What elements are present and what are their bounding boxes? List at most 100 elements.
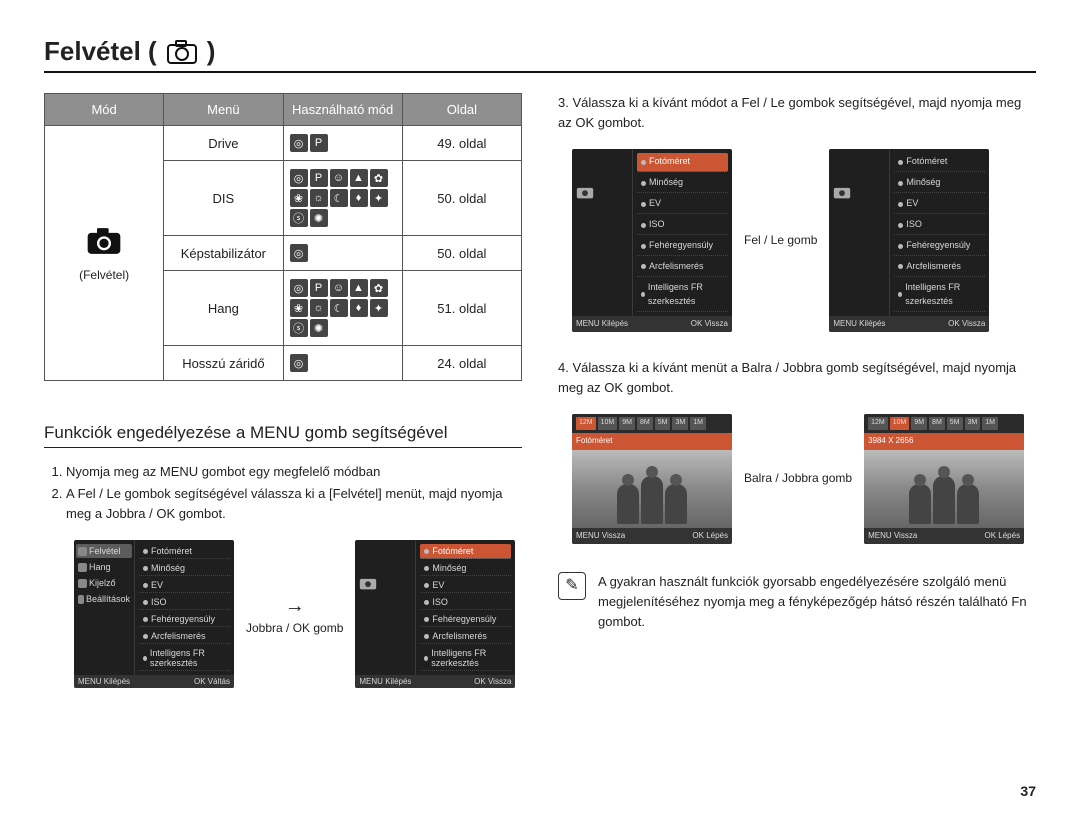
screen-right-item: Arcfelismerés: [420, 629, 511, 644]
menu-item-icon: [78, 563, 87, 572]
arrow-fel-le: Fel / Le gomb: [744, 233, 817, 249]
screen-right-item: Fehéregyensúly: [894, 237, 985, 256]
mode-icon: ▲: [350, 169, 368, 187]
screen-right-item: Arcfelismerés: [139, 629, 230, 644]
menu-item-icon: [898, 202, 903, 207]
menu-item-icon: [641, 264, 646, 269]
mode-icon: ◎: [290, 354, 308, 372]
size-chip: 9M: [911, 417, 927, 430]
screen-left-camera-icon: [357, 574, 413, 592]
label-valtas: Váltás: [208, 677, 230, 686]
size-chip: 5M: [947, 417, 963, 430]
menu-item-icon: [143, 656, 147, 661]
camera-screen-menu-left: FelvételHangKijelzőBeállítások Fotóméret…: [74, 540, 234, 688]
table-usable-modes: ◎P: [283, 126, 402, 161]
mode-icon: ✿: [370, 169, 388, 187]
photo-label-fotomeret: Fotóméret: [572, 433, 732, 449]
page-number: 37: [1020, 783, 1036, 799]
table-page: 49. oldal: [402, 126, 521, 161]
screen-left-camera-icon: [574, 183, 630, 201]
screen-left-item: Felvétel: [76, 544, 132, 558]
size-chip: 3M: [965, 417, 981, 430]
menu-item-icon: [424, 634, 429, 639]
screen-right-item: EV: [139, 578, 230, 593]
page-title: Felvétel ( ): [44, 36, 1036, 73]
left-steps: Nyomja meg az MENU gombot egy megfelelő …: [44, 462, 522, 524]
menu-item-icon: [143, 566, 148, 571]
screen-left-item: Hang: [76, 560, 132, 574]
screen-right-item: Fehéregyensúly: [139, 612, 230, 627]
mode-icon: ◎: [290, 279, 308, 297]
menu-item-icon: [424, 549, 429, 554]
screen-right-item: Intelligens FR szerkesztés: [637, 279, 728, 312]
menu-item-icon: [641, 160, 646, 165]
label-menu: MENU: [78, 677, 102, 686]
menu-item-icon: [898, 223, 903, 228]
menu-item-icon: [424, 583, 429, 588]
size-chip: 1M: [982, 417, 998, 430]
page-title-trail: ): [207, 36, 216, 67]
screen-right-item: ISO: [420, 595, 511, 610]
menu-item-icon: [641, 181, 646, 186]
label-exit: Kilépés: [104, 677, 130, 686]
table-menu: DIS: [164, 161, 283, 236]
menu-item-icon: [641, 244, 646, 249]
left-screens-row: FelvételHangKijelzőBeállítások Fotóméret…: [74, 540, 522, 688]
screen-right-item: Minőség: [139, 561, 230, 576]
table-page: 50. oldal: [402, 236, 521, 271]
mode-icon: P: [310, 134, 328, 152]
screen-right-item: Fehéregyensúly: [637, 237, 728, 256]
mode-icon: ⓢ: [290, 209, 308, 227]
screen-right-item: ISO: [894, 216, 985, 235]
screen-right-item: Minőség: [894, 174, 985, 193]
screen-left-item: Beállítások: [76, 592, 132, 606]
camera-screen-step4a: 12M10M9M8M5M3M1M Fotóméret MENU Vissza O…: [572, 414, 732, 544]
table-usable-modes: ◎: [283, 236, 402, 271]
size-chip: 12M: [576, 417, 596, 430]
screen-right-item: EV: [894, 195, 985, 214]
screen-right-item: Minőség: [637, 174, 728, 193]
mode-icon: ❀: [290, 189, 308, 207]
menu-item-icon: [78, 547, 87, 556]
screen-right-item: Fotóméret: [894, 153, 985, 172]
size-chip: 9M: [619, 417, 635, 430]
menu-item-icon: [143, 583, 148, 588]
mode-icon: ◎: [290, 134, 308, 152]
label-ok: OK: [194, 677, 206, 686]
size-chip: 5M: [655, 417, 671, 430]
subsection-title: Funkciók engedélyezése a MENU gomb segít…: [44, 423, 522, 448]
mode-icon: ▲: [350, 279, 368, 297]
mode-icon: ❀: [290, 299, 308, 317]
menu-item-icon: [898, 181, 903, 186]
step-1: Nyomja meg az MENU gombot egy megfelelő …: [66, 462, 522, 482]
screen-right-item: EV: [637, 195, 728, 214]
mode-icon: ♦: [350, 299, 368, 317]
mode-icon: ☾: [330, 299, 348, 317]
size-chip: 8M: [929, 417, 945, 430]
screen-right-item: Fotóméret: [139, 544, 230, 559]
size-chip: 12M: [868, 417, 888, 430]
mode-icon: ◎: [290, 244, 308, 262]
size-chip: 3M: [672, 417, 688, 430]
screen-right-item: EV: [420, 578, 511, 593]
menu-item-icon: [143, 549, 148, 554]
mode-icon: ♦: [350, 189, 368, 207]
table-page: 50. oldal: [402, 161, 521, 236]
menu-item-icon: [143, 600, 148, 605]
mode-icon: ☾: [330, 189, 348, 207]
mode-icon: ☼: [310, 189, 328, 207]
menu-item-icon: [898, 292, 902, 297]
step-4: 4. Válassza ki a kívánt menüt a Balra / …: [558, 358, 1036, 398]
screen-right-item: Intelligens FR szerkesztés: [139, 646, 230, 671]
mode-icon: ☺: [330, 279, 348, 297]
table-menu: Hang: [164, 271, 283, 346]
modes-table: Mód Menü Használható mód Oldal (Felvétel…: [44, 93, 522, 381]
th-usable: Használható mód: [283, 94, 402, 126]
mode-icon: ✿: [370, 279, 388, 297]
th-menu: Menü: [164, 94, 283, 126]
mode-icon: ⓢ: [290, 319, 308, 337]
table-menu: Képstabilizátor: [164, 236, 283, 271]
screen-right-item: Fotóméret: [637, 153, 728, 172]
mode-icon: ☼: [310, 299, 328, 317]
table-usable-modes: ◎P☺▲✿❀☼☾♦✦ⓢ✺: [283, 161, 402, 236]
